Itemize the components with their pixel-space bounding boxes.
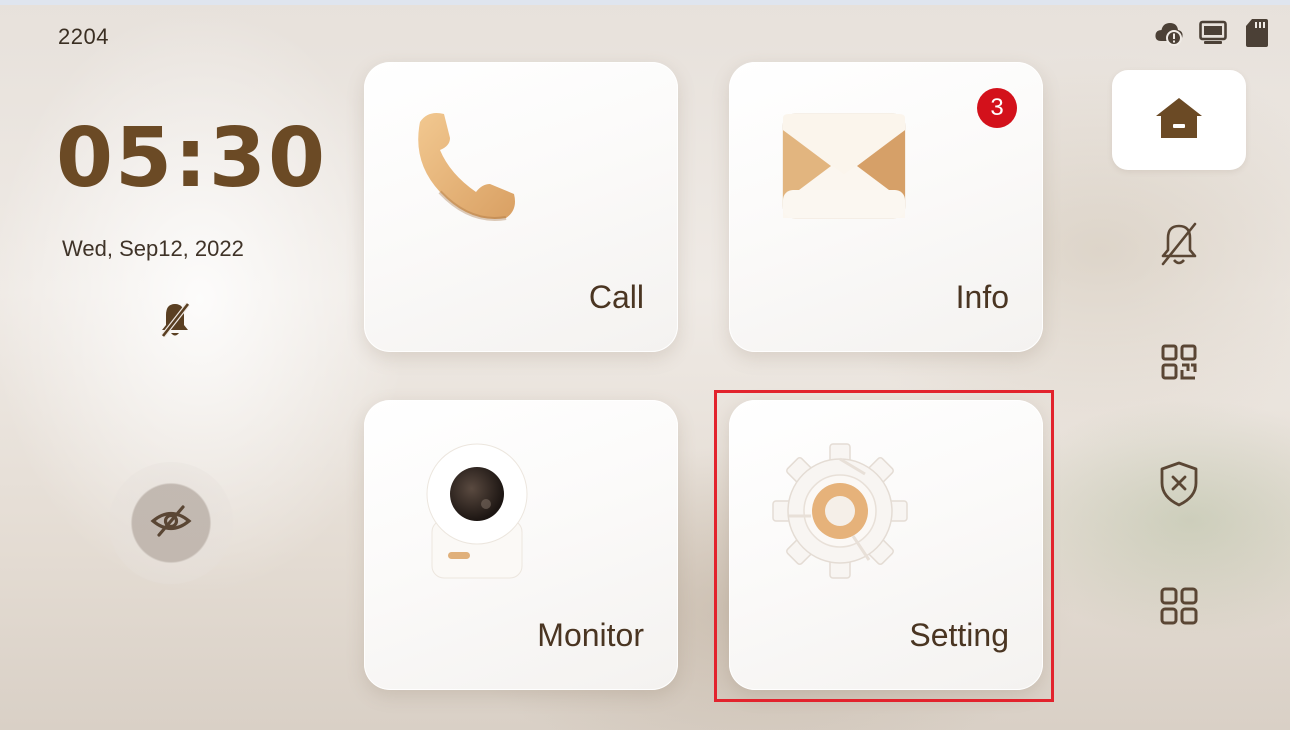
sd-card-icon	[1242, 18, 1272, 48]
nav-security[interactable]	[1112, 436, 1246, 536]
clock-time: 05:30	[56, 111, 328, 206]
home-screen: 2204 05:30 Wed, Sep12, 2022 Call 3 Info …	[0, 0, 1290, 730]
top-edge-line	[0, 0, 1290, 5]
apps-grid-icon	[1160, 587, 1198, 630]
status-icons	[1154, 18, 1272, 48]
clock-date: Wed, Sep12, 2022	[62, 236, 244, 261]
monitor-label: Monitor	[537, 617, 644, 653]
call-tile[interactable]: Call	[364, 62, 678, 352]
qr-code-icon	[1161, 344, 1197, 385]
info-label: Info	[955, 279, 1009, 315]
envelope-icon	[781, 112, 907, 227]
shield-x-icon	[1159, 461, 1199, 512]
bell-off-icon	[1159, 220, 1199, 273]
nav-do-not-disturb[interactable]	[1112, 196, 1246, 296]
home-icon	[1154, 96, 1204, 145]
privacy-toggle-button[interactable]	[108, 462, 234, 584]
eye-off-icon	[149, 503, 193, 544]
cloud-warning-icon	[1154, 18, 1184, 48]
room-number: 2204	[58, 24, 109, 49]
call-label: Call	[588, 279, 644, 315]
selection-highlight	[714, 390, 1054, 702]
unread-badge: 3	[977, 88, 1017, 128]
phone-icon	[410, 108, 540, 233]
nav-home[interactable]	[1112, 70, 1246, 170]
nav-apps[interactable]	[1112, 558, 1246, 658]
monitor-tile[interactable]: Monitor	[364, 400, 678, 690]
monitor-device-icon	[1198, 18, 1228, 48]
camera-icon	[422, 434, 532, 589]
nav-qr-code[interactable]	[1112, 314, 1246, 414]
info-tile[interactable]: 3 Info	[729, 62, 1043, 352]
bell-off-icon	[158, 300, 192, 340]
